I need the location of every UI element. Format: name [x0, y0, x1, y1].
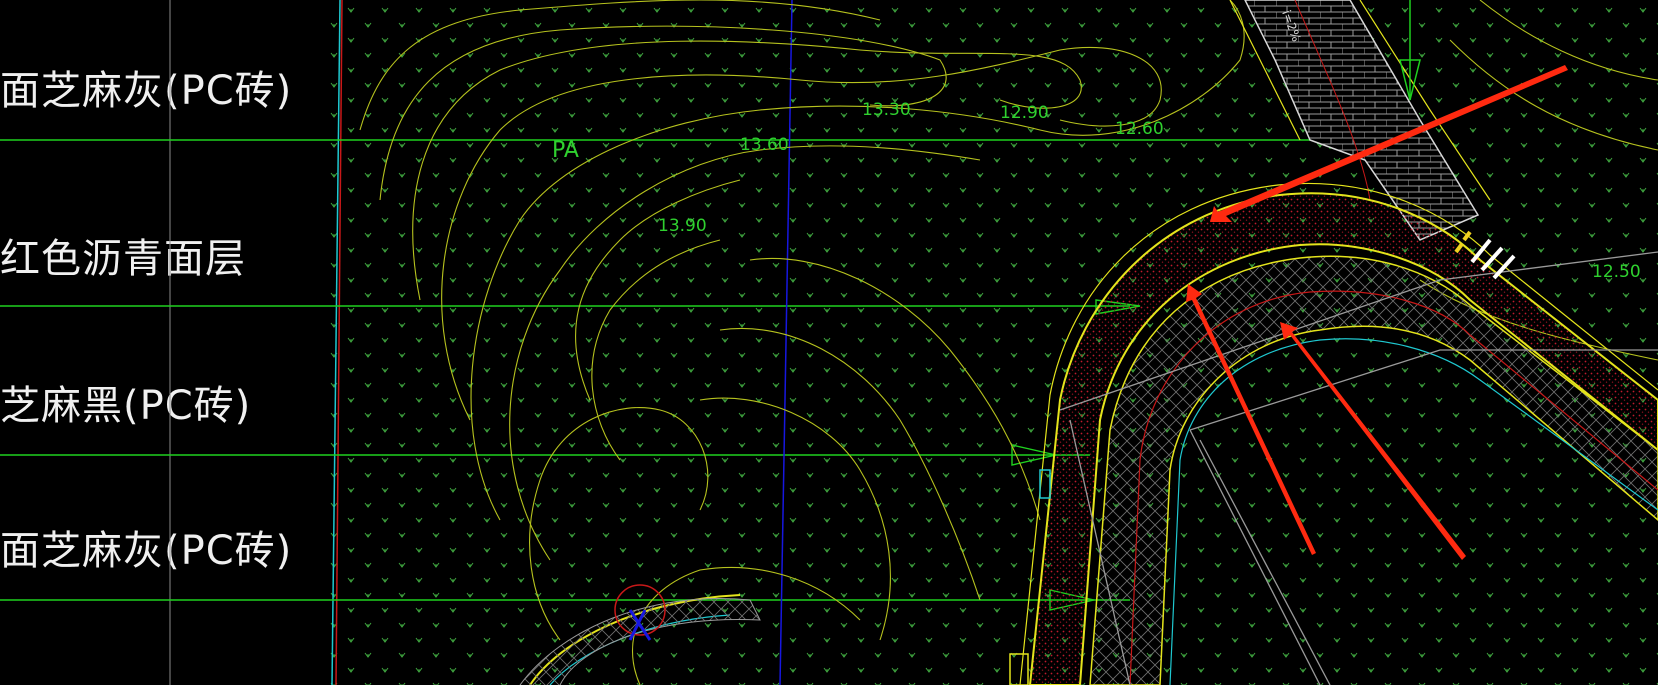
cad-drawing-canvas[interactable]: 13.30 12.90 12.60 13.60 13.90 12.50 PA i… — [0, 0, 1658, 685]
contour-label-3: 12.60 — [1115, 119, 1164, 139]
contour-label-6: 12.50 — [1592, 262, 1641, 282]
contour-label-4: 13.60 — [740, 135, 789, 155]
contour-label-2: 12.90 — [1000, 103, 1049, 123]
area-tag: PA — [552, 138, 579, 163]
contour-label-5: 13.90 — [658, 216, 707, 236]
contour-label-1: 13.30 — [862, 100, 911, 120]
